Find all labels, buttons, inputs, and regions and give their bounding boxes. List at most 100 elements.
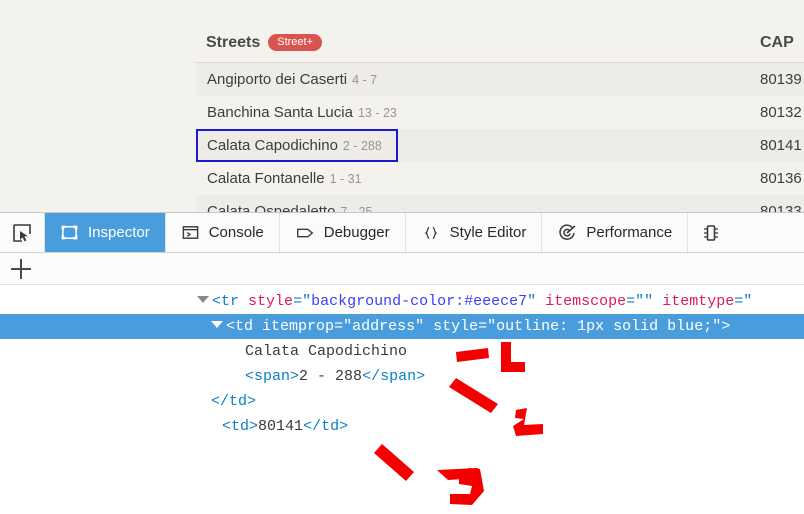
code-token: =" bbox=[478, 318, 497, 335]
code-token: span bbox=[380, 368, 417, 385]
tab-performance-label: Performance bbox=[586, 224, 673, 241]
code-token: > bbox=[339, 418, 349, 435]
expand-twisty-icon[interactable] bbox=[211, 321, 223, 328]
memory-icon bbox=[700, 222, 722, 244]
code-token: " bbox=[415, 318, 425, 335]
street-number-range: 4 - 7 bbox=[352, 73, 378, 87]
debugger-icon bbox=[295, 223, 315, 243]
markup-line[interactable]: Calata Capodichino bbox=[0, 339, 804, 364]
markup-line-selected[interactable]: <td itemprop="address" style="outline: 1… bbox=[0, 314, 804, 339]
cell-cap[interactable]: 80139 bbox=[398, 62, 804, 96]
code-token: style bbox=[248, 293, 294, 310]
code-token: < bbox=[222, 418, 232, 435]
street-number-range: 7 - 25 bbox=[340, 205, 373, 212]
streets-table: Streets Street+ CAP Angiporto dei Caserti… bbox=[196, 0, 804, 212]
cell-street[interactable]: Calata Capodichino 2 - 288 bbox=[196, 129, 398, 162]
tab-performance[interactable]: Performance bbox=[542, 213, 689, 252]
cell-cap[interactable]: 80141 bbox=[398, 129, 804, 162]
cell-street[interactable]: Calata Ospedaletto 7 - 25 bbox=[196, 195, 398, 212]
tab-style-editor[interactable]: Style Editor bbox=[406, 213, 543, 252]
tab-debugger[interactable]: Debugger bbox=[280, 213, 406, 252]
code-token: td bbox=[235, 318, 254, 335]
element-picker-button[interactable] bbox=[0, 213, 45, 252]
code-token: </ bbox=[211, 393, 230, 410]
cell-street[interactable]: Calata Fontanelle 1 - 31 bbox=[196, 162, 398, 195]
table-head: Streets Street+ CAP bbox=[196, 0, 804, 63]
devtools-tab-bar: Inspector Console Debugger Style Editor … bbox=[0, 213, 804, 253]
cell-cap[interactable]: 80136 bbox=[398, 162, 804, 195]
cell-cap[interactable]: 80133 bbox=[398, 195, 804, 212]
street-name: Angiporto dei Caserti bbox=[207, 71, 348, 88]
code-token: </ bbox=[362, 368, 381, 385]
table-row[interactable]: Banchina Santa Lucia 13 - 23 80132 bbox=[196, 96, 804, 129]
table-body: Angiporto dei Caserti 4 - 7 80139 Banchina … bbox=[196, 62, 804, 212]
tab-inspector-label: Inspector bbox=[88, 224, 150, 241]
table-row[interactable]: Angiporto dei Caserti 4 - 7 80139 bbox=[196, 62, 804, 96]
add-node-button[interactable] bbox=[8, 256, 34, 282]
code-token: itemprop bbox=[262, 318, 335, 335]
code-token: address bbox=[352, 318, 416, 335]
streets-table-container: Streets Street+ CAP Angiporto dei Caserti… bbox=[196, 0, 804, 212]
code-token: itemscope bbox=[545, 293, 627, 310]
code-token: 80141 bbox=[258, 418, 304, 435]
code-token: < bbox=[226, 318, 236, 335]
cell-street[interactable]: Banchina Santa Lucia 13 - 23 bbox=[196, 96, 398, 129]
code-token: td bbox=[229, 393, 248, 410]
code-token: =" bbox=[293, 293, 312, 310]
code-token: < bbox=[212, 293, 222, 310]
expand-twisty-icon[interactable] bbox=[197, 296, 209, 303]
markup-line[interactable]: </td> bbox=[0, 389, 804, 414]
console-icon bbox=[181, 223, 200, 242]
performance-icon bbox=[557, 223, 577, 243]
column-header-streets: Streets Street+ bbox=[196, 0, 398, 63]
table-row[interactable]: Calata Fontanelle 1 - 31 80136 bbox=[196, 162, 804, 195]
tab-inspector[interactable]: Inspector bbox=[45, 213, 166, 252]
street-name: Banchina Santa Lucia bbox=[207, 104, 353, 121]
tab-console-label: Console bbox=[208, 224, 264, 241]
street-number-range: 1 - 31 bbox=[329, 172, 362, 186]
code-token: outline: 1px solid blue; bbox=[496, 318, 713, 335]
markup-line[interactable]: <td>80141</td> bbox=[0, 414, 804, 439]
code-token: 2 - 288 bbox=[299, 368, 363, 385]
code-token: itemtype bbox=[662, 293, 735, 310]
code-token: td bbox=[321, 418, 340, 435]
code-token: </ bbox=[303, 418, 322, 435]
code-token: =" bbox=[334, 318, 353, 335]
cell-street[interactable]: Angiporto dei Caserti 4 - 7 bbox=[196, 62, 398, 96]
street-name: Calata Capodichino bbox=[207, 137, 338, 154]
code-token: span bbox=[254, 368, 291, 385]
tab-console[interactable]: Console bbox=[166, 213, 280, 252]
code-token: ="" bbox=[626, 293, 654, 310]
cell-cap[interactable]: 80132 bbox=[398, 96, 804, 129]
table-header-row: Streets Street+ CAP bbox=[196, 0, 804, 63]
table-row[interactable]: Calata Ospedaletto 7 - 25 80133 bbox=[196, 195, 804, 212]
table-row-selected[interactable]: Calata Capodichino 2 - 288 80141 bbox=[196, 129, 804, 162]
street-number-range: 2 - 288 bbox=[342, 139, 382, 153]
tab-style-editor-label: Style Editor bbox=[449, 224, 527, 241]
code-token: > bbox=[247, 393, 257, 410]
code-token: tr bbox=[221, 293, 240, 310]
markup-line[interactable]: <span>2 - 288</span> bbox=[0, 364, 804, 389]
code-token: td bbox=[231, 418, 250, 435]
tab-memory[interactable] bbox=[688, 213, 734, 252]
web-page-content: Streets Street+ CAP Angiporto dei Caserti… bbox=[0, 0, 804, 212]
street-number-range: 13 - 23 bbox=[357, 106, 397, 120]
code-token: Calata Capodichino bbox=[245, 343, 408, 360]
markup-view: <tr style="background-color:#eeece7" ite… bbox=[0, 285, 804, 513]
element-picker-icon bbox=[12, 223, 32, 243]
devtools-sub-toolbar bbox=[0, 253, 804, 285]
code-token: " bbox=[527, 293, 537, 310]
code-token: > bbox=[249, 418, 259, 435]
street-name: Calata Fontanelle bbox=[207, 170, 325, 187]
markup-line[interactable]: <tr style="background-color:#eeece7" ite… bbox=[0, 289, 804, 314]
code-token: background-color:#eeece7 bbox=[311, 293, 528, 310]
code-token: style bbox=[433, 318, 479, 335]
braces-icon bbox=[421, 223, 441, 243]
code-token: "> bbox=[712, 318, 731, 335]
code-token: < bbox=[245, 368, 255, 385]
column-header-streets-label: Streets bbox=[206, 34, 261, 51]
